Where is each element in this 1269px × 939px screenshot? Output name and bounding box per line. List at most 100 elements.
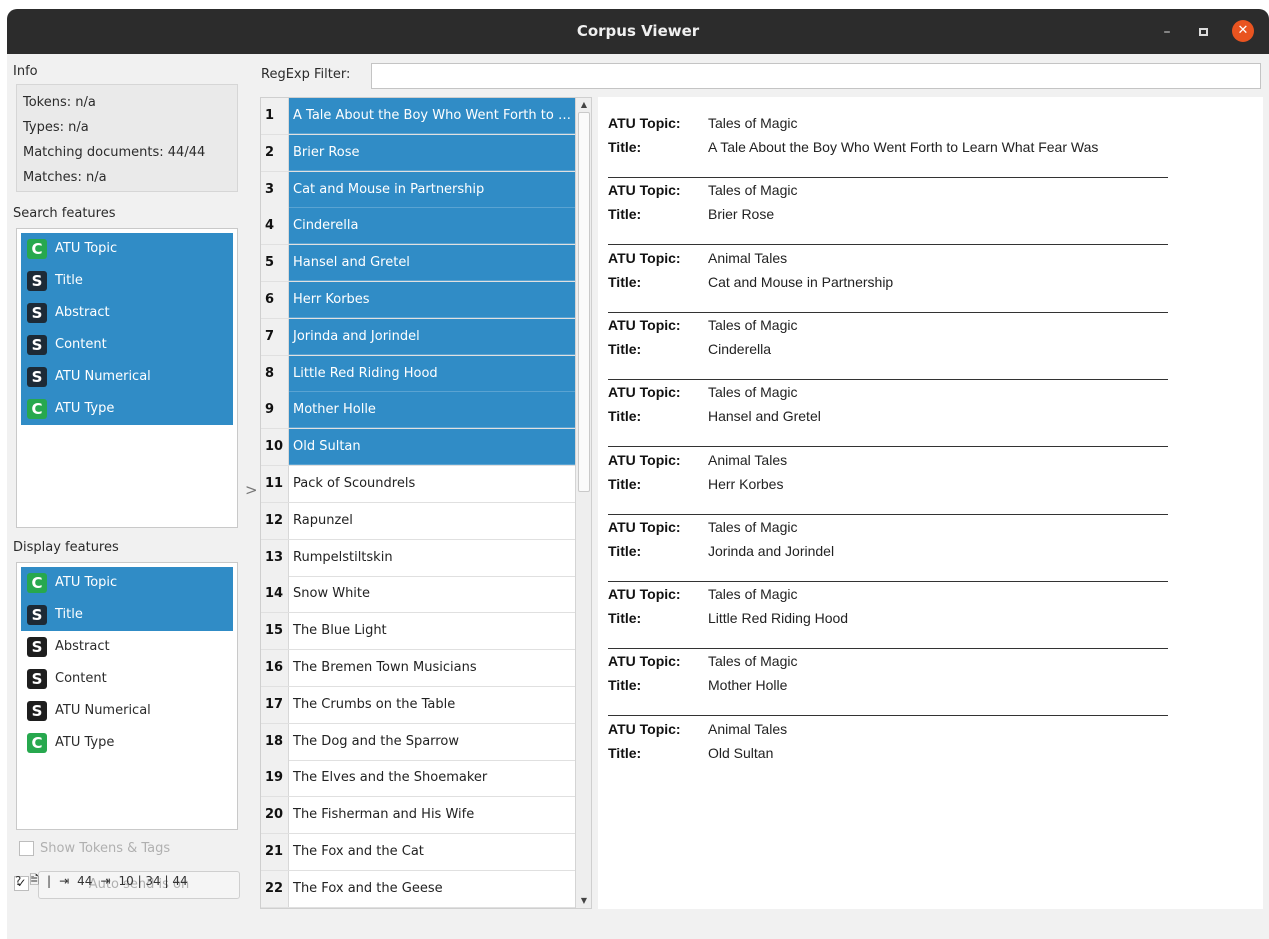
title-key: Title: [608, 340, 642, 357]
row-number: 10 [261, 429, 289, 466]
document-title: Rapunzel [293, 512, 353, 528]
document-row[interactable]: 4 Cinderella [261, 208, 575, 246]
checkbox-icon [19, 841, 34, 856]
title-key: Title: [608, 610, 642, 627]
document-row[interactable]: 20 The Fisherman and His Wife [261, 797, 575, 835]
maximize-button[interactable] [1193, 22, 1213, 42]
string-variable-icon: S [27, 637, 47, 657]
feature-item[interactable]: S Abstract [21, 297, 233, 329]
feature-label: ATU Type [55, 735, 115, 750]
row-number: 3 [261, 171, 289, 208]
report-icon[interactable]: 🗎 [29, 871, 39, 892]
feature-item[interactable]: S Title [21, 599, 233, 631]
document-record: ATU Topic: Tales of Magic Title: Little Red… [608, 582, 1168, 650]
scroll-up-icon[interactable]: ▲ [576, 98, 591, 112]
document-record: ATU Topic: Tales of Magic Title: Mother Hol… [608, 649, 1168, 717]
feature-item[interactable]: S Content [21, 663, 233, 695]
help-icon[interactable]: ? [15, 874, 21, 888]
document-title: The Blue Light [293, 623, 387, 639]
title-value: Old Sultan [708, 744, 774, 761]
feature-item[interactable]: C ATU Topic [21, 233, 233, 265]
document-row[interactable]: 17 The Crumbs on the Table [261, 686, 575, 724]
document-row[interactable]: 2 Brier Rose [261, 134, 575, 172]
feature-item[interactable]: S Content [21, 329, 233, 361]
minimize-button[interactable]: – [1157, 22, 1177, 42]
document-row[interactable]: 1A Tale About the Boy Who Went Forth to … [261, 98, 575, 135]
regexp-filter-input[interactable] [371, 63, 1261, 89]
search-features-list[interactable]: C ATU Topic S Title S Abstract S Content S ATU Nu… [16, 228, 238, 528]
row-number: 14 [261, 576, 289, 613]
input-icon: ⇥ [59, 874, 70, 888]
document-title: A Tale About the Boy Who Went Forth to L… [289, 98, 575, 134]
show-tokens-checkbox[interactable]: Show Tokens & Tags [19, 841, 170, 856]
feature-item[interactable]: C ATU Type [21, 393, 233, 425]
row-number: 7 [261, 318, 289, 355]
atu-topic-key: ATU Topic: [608, 653, 681, 670]
document-row[interactable]: 14 Snow White [261, 576, 575, 614]
atu-topic-key: ATU Topic: [608, 586, 681, 603]
atu-topic-value: Animal Tales [708, 249, 788, 266]
atu-topic-key: ATU Topic: [608, 249, 681, 266]
title-value: Brier Rose [708, 206, 775, 223]
document-title: The Crumbs on the Table [293, 696, 456, 712]
document-row[interactable]: 11 Pack of Scoundrels [261, 466, 575, 503]
document-row[interactable]: 5 Hansel and Gretel [261, 245, 575, 283]
row-number: 16 [261, 650, 289, 686]
document-row[interactable]: 19 The Elves and the Shoemaker [261, 760, 575, 798]
feature-label: Abstract [55, 305, 110, 320]
title-value: Cat and Mouse in Partnership [708, 273, 894, 290]
document-row[interactable]: 22 The Fox and the Geese [261, 870, 575, 908]
feature-label: ATU Numerical [55, 369, 151, 384]
atu-topic-value: Tales of Magic [708, 586, 798, 603]
document-row[interactable]: 16 The Bremen Town Musicians [261, 650, 575, 687]
feature-label: ATU Topic [55, 575, 118, 590]
scroll-down-icon[interactable]: ▼ [576, 894, 591, 908]
feature-label: ATU Topic [55, 241, 118, 256]
atu-topic-value: Tales of Magic [708, 115, 798, 131]
document-row[interactable]: 10 Old Sultan [261, 429, 575, 467]
regexp-filter-label: RegExp Filter: [261, 67, 351, 82]
document-record: ATU Topic: Tales of Magic Title: Cinderella [608, 313, 1168, 380]
feature-item[interactable]: S Title [21, 265, 233, 297]
display-features-label: Display features [13, 540, 119, 555]
document-list[interactable]: ▲ ▼ 1A Tale About the Boy Who Went Forth… [260, 97, 592, 909]
atu-topic-key: ATU Topic: [608, 720, 681, 737]
categorical-variable-icon: C [27, 399, 47, 419]
row-number: 2 [261, 134, 289, 171]
document-title: Cinderella [289, 208, 575, 245]
title-key: Title: [608, 273, 642, 290]
display-features-list[interactable]: C ATU Topic S Title S Abstract S Content S ATU Nu… [16, 562, 238, 830]
document-row[interactable]: 9 Mother Holle [261, 392, 575, 430]
document-row[interactable]: 8 Little Red Riding Hood [261, 355, 575, 393]
corpus-viewer-window: Corpus Viewer – ✕ Info Tokens: n/a Types… [7, 9, 1269, 939]
string-variable-icon: S [27, 271, 47, 291]
feature-label: ATU Numerical [55, 703, 151, 718]
row-number: 9 [261, 392, 289, 429]
close-button[interactable]: ✕ [1232, 20, 1254, 42]
document-row[interactable]: 3 Cat and Mouse in Partnership [261, 171, 575, 209]
feature-item[interactable]: S ATU Numerical [21, 361, 233, 393]
feature-item[interactable]: C ATU Topic [21, 567, 233, 599]
feature-item[interactable]: S Abstract [21, 631, 233, 663]
document-row[interactable]: 7 Jorinda and Jorindel [261, 318, 575, 356]
row-number: 17 [261, 686, 289, 723]
title-value: Herr Korbes [708, 475, 784, 492]
matching-documents: Matching documents: 44/44 [23, 145, 206, 160]
document-title: The Fox and the Cat [293, 844, 424, 859]
document-title: Jorinda and Jorindel [289, 318, 575, 355]
document-row[interactable]: 15 The Blue Light [261, 613, 575, 651]
info-box: Tokens: n/a Types: n/a Matching document… [16, 84, 238, 192]
document-row[interactable]: 21 The Fox and the Cat [261, 834, 575, 871]
document-row[interactable]: 18 The Dog and the Sparrow [261, 723, 575, 761]
document-row[interactable]: 12 Rapunzel [261, 502, 575, 540]
document-row[interactable]: 6 Herr Korbes [261, 282, 575, 319]
document-list-scrollbar[interactable]: ▲ ▼ [575, 98, 591, 908]
document-row[interactable]: 13 Rumpelstiltskin [261, 539, 575, 577]
maximize-icon [1198, 28, 1208, 36]
scrollbar-thumb[interactable] [578, 112, 590, 492]
feature-item[interactable]: S ATU Numerical [21, 695, 233, 727]
feature-label: Title [55, 273, 83, 288]
document-title: The Fox and the Geese [293, 880, 443, 896]
feature-item[interactable]: C ATU Type [21, 727, 233, 759]
title-key: Title: [608, 139, 642, 155]
